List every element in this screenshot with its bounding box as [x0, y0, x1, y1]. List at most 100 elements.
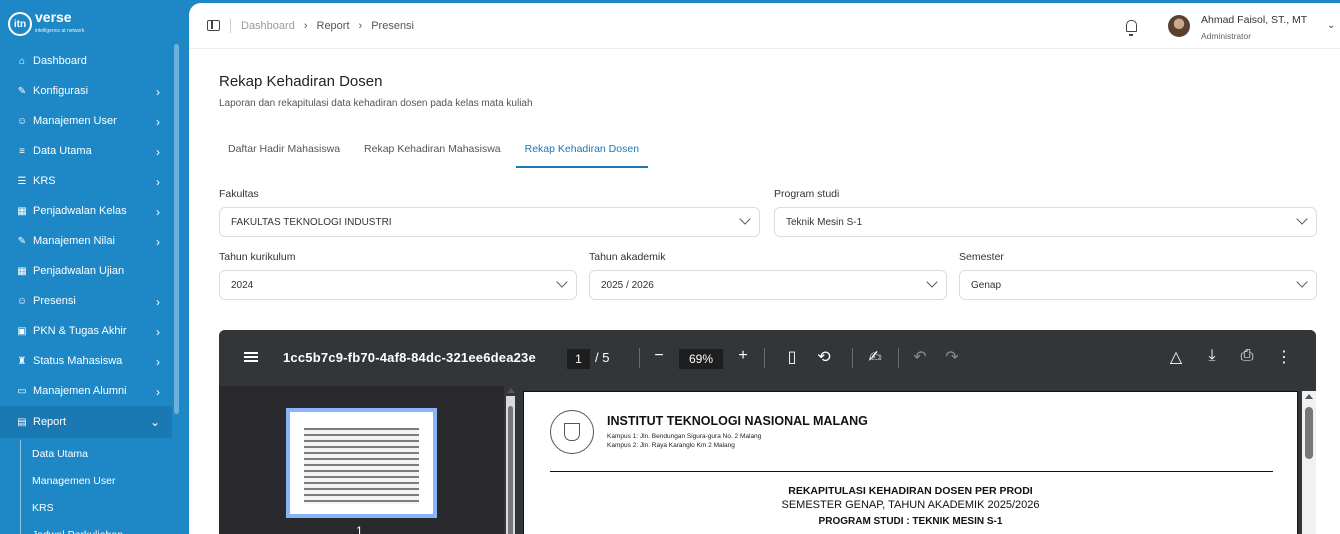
chevron-down-icon[interactable]: ⌄ [1327, 20, 1335, 31]
fakultas-select[interactable]: FAKULTAS TEKNOLOGI INDUSTRI [219, 207, 760, 237]
sidebar: itn verse intelligence at network ⌂ Dashb… [0, 0, 189, 534]
kurikulum-select[interactable]: 2024 [219, 270, 577, 300]
prodi-select[interactable]: Teknik Mesin S-1 [774, 207, 1317, 237]
chevron-right-icon: › [156, 145, 160, 159]
thumbnail-scrollbar[interactable] [506, 388, 515, 534]
drive-add-icon[interactable]: △ [1167, 347, 1185, 367]
chevron-right-icon: › [358, 20, 363, 32]
avatar[interactable] [1168, 15, 1190, 37]
scroll-up-icon[interactable] [507, 388, 515, 393]
semester-select[interactable]: Genap [959, 270, 1317, 300]
sidebar-item-penjadwalan-kelas[interactable]: ▦ Penjadwalan Kelas › [0, 196, 172, 226]
rotate-icon[interactable]: ⟲ [815, 347, 833, 367]
institution-seal-icon [550, 410, 594, 454]
chevron-down-icon [739, 213, 751, 225]
user-name[interactable]: Ahmad Faisol, ST., MT [1201, 14, 1307, 26]
thumbnail-preview [304, 428, 419, 504]
print-icon[interactable]: ⎙ [1238, 347, 1256, 365]
akademik-select[interactable]: 2025 / 2026 [589, 270, 947, 300]
sidebar-item-status-mahasiswa[interactable]: ♜ Status Mahasiswa › [0, 346, 172, 376]
calendar-icon: ▦ [17, 265, 27, 277]
sidebar-item-data-utama[interactable]: ≡ Data Utama › [0, 136, 172, 166]
sidebar-item-krs[interactable]: ☰ KRS › [0, 166, 172, 196]
tab-rekap-kehadiran-dosen[interactable]: Rekap Kehadiran Dosen [515, 131, 649, 168]
page-subtitle: Laporan dan rekapitulasi data kehadiran … [219, 98, 533, 109]
more-options-icon[interactable]: ⋮ [1275, 347, 1293, 367]
akademik-value: 2025 / 2026 [601, 279, 654, 291]
annotate-icon[interactable]: ✍ [866, 347, 884, 367]
pdf-page: INSTITUT TEKNOLOGI NASIONAL MALANG Kampu… [523, 391, 1298, 534]
page-scrollbar[interactable] [1302, 391, 1316, 534]
chevron-right-icon: › [156, 175, 160, 189]
report-icon: ▤ [17, 416, 27, 428]
prodi-value: Teknik Mesin S-1 [786, 216, 863, 228]
scrollbar-thumb[interactable] [1305, 407, 1313, 459]
sidebar-item-label: PKN & Tugas Akhir [33, 325, 127, 337]
page-thumbnail[interactable] [286, 408, 437, 518]
scroll-up-icon[interactable] [1305, 394, 1313, 399]
zoom-out-icon[interactable]: − [650, 347, 668, 365]
sidebar-item-label: Dashboard [33, 55, 87, 67]
submenu-item-krs[interactable]: KRS [21, 494, 170, 521]
institution-name: INSTITUT TEKNOLOGI NASIONAL MALANG [607, 414, 868, 428]
sidebar-item-presensi[interactable]: ☺ Presensi › [0, 286, 172, 316]
sidebar-item-manajemen-nilai[interactable]: ✎ Manajemen Nilai › [0, 226, 172, 256]
sidebar-item-manajemen-user[interactable]: ☺ Manajemen User › [0, 106, 172, 136]
report-heading: REKAPITULASI KEHADIRAN DOSEN PER PRODI [788, 485, 1033, 497]
notification-bell-icon[interactable] [1126, 20, 1137, 36]
breadcrumb-dashboard[interactable]: Dashboard [241, 20, 295, 32]
folder-icon: ▭ [17, 385, 27, 397]
divider [550, 471, 1273, 472]
chevron-right-icon: › [156, 115, 160, 129]
page-number-input[interactable]: 1 [567, 349, 590, 369]
submenu-item-managemen-user[interactable]: Managemen User [21, 467, 170, 494]
sidebar-nav: ⌂ Dashboard ✎ Konfigurasi › ☺ Manajemen User › ≡… [0, 46, 172, 438]
fakultas-label: Fakultas [219, 188, 259, 200]
zoom-in-icon[interactable]: + [734, 347, 752, 365]
sidebar-item-penjadwalan-ujian[interactable]: ▦ Penjadwalan Ujian [0, 256, 172, 286]
thumbnail-page-number: 1 [356, 524, 363, 534]
page-total: / 5 [595, 350, 610, 365]
sidebar-item-pkn-tugas-akhir[interactable]: ▣ PKN & Tugas Akhir › [0, 316, 172, 346]
sidebar-toggle-icon[interactable] [207, 20, 220, 31]
sidebar-item-konfigurasi[interactable]: ✎ Konfigurasi › [0, 76, 172, 106]
chevron-right-icon: › [156, 85, 160, 99]
undo-icon[interactable]: ↶ [911, 347, 929, 367]
zoom-level-input[interactable]: 69% [679, 349, 723, 369]
divider [898, 348, 899, 368]
pdf-toolbar: 1cc5b7c9-fb70-4af8-84dc-321ee6dea23e 1 /… [219, 330, 1316, 386]
redo-icon[interactable]: ↷ [943, 347, 961, 367]
sidebar-item-label: Konfigurasi [33, 85, 89, 97]
logo[interactable]: itn verse intelligence at network [8, 10, 84, 38]
akademik-label: Tahun akademik [589, 251, 666, 263]
kurikulum-value: 2024 [231, 279, 254, 291]
graduation-icon: ♜ [17, 355, 27, 367]
breadcrumb-presensi: Presensi [371, 20, 414, 32]
chevron-down-icon [1296, 213, 1308, 225]
sidebar-item-report[interactable]: ▤ Report ⌄ [0, 406, 172, 438]
tab-daftar-hadir-mahasiswa[interactable]: Daftar Hadir Mahasiswa [219, 131, 349, 168]
sidebar-item-label: Penjadwalan Kelas [33, 205, 127, 217]
menu-icon[interactable] [244, 352, 258, 362]
logo-text: verse [35, 9, 72, 25]
sidebar-item-label: Status Mahasiswa [33, 355, 123, 367]
sidebar-item-manajemen-alumni[interactable]: ▭ Manajemen Alumni › [0, 376, 172, 406]
chevron-down-icon: ⌄ [149, 415, 160, 429]
chevron-right-icon: › [156, 325, 160, 339]
submenu-item-data-utama[interactable]: Data Utama [21, 440, 170, 467]
prodi-label: Program studi [774, 188, 840, 200]
breadcrumb-report[interactable]: Report [317, 20, 350, 32]
semester-value: Genap [971, 279, 1002, 291]
divider [230, 19, 231, 33]
user-role: Administrator [1201, 31, 1252, 41]
fit-page-icon[interactable]: ▯ [783, 347, 801, 367]
chevron-down-icon [1296, 276, 1308, 288]
chevron-right-icon: › [156, 205, 160, 219]
sidebar-item-dashboard[interactable]: ⌂ Dashboard [0, 46, 172, 76]
page-title: Rekap Kehadiran Dosen [219, 73, 383, 90]
download-icon[interactable]: ⤓ [1203, 347, 1221, 365]
tab-rekap-kehadiran-mahasiswa[interactable]: Rekap Kehadiran Mahasiswa [355, 131, 510, 168]
sidebar-scrollbar[interactable] [174, 44, 179, 414]
briefcase-icon: ▣ [17, 325, 27, 337]
submenu-item-jadwal-perkuliahan[interactable]: Jadwal Perkuliahan [21, 521, 170, 534]
